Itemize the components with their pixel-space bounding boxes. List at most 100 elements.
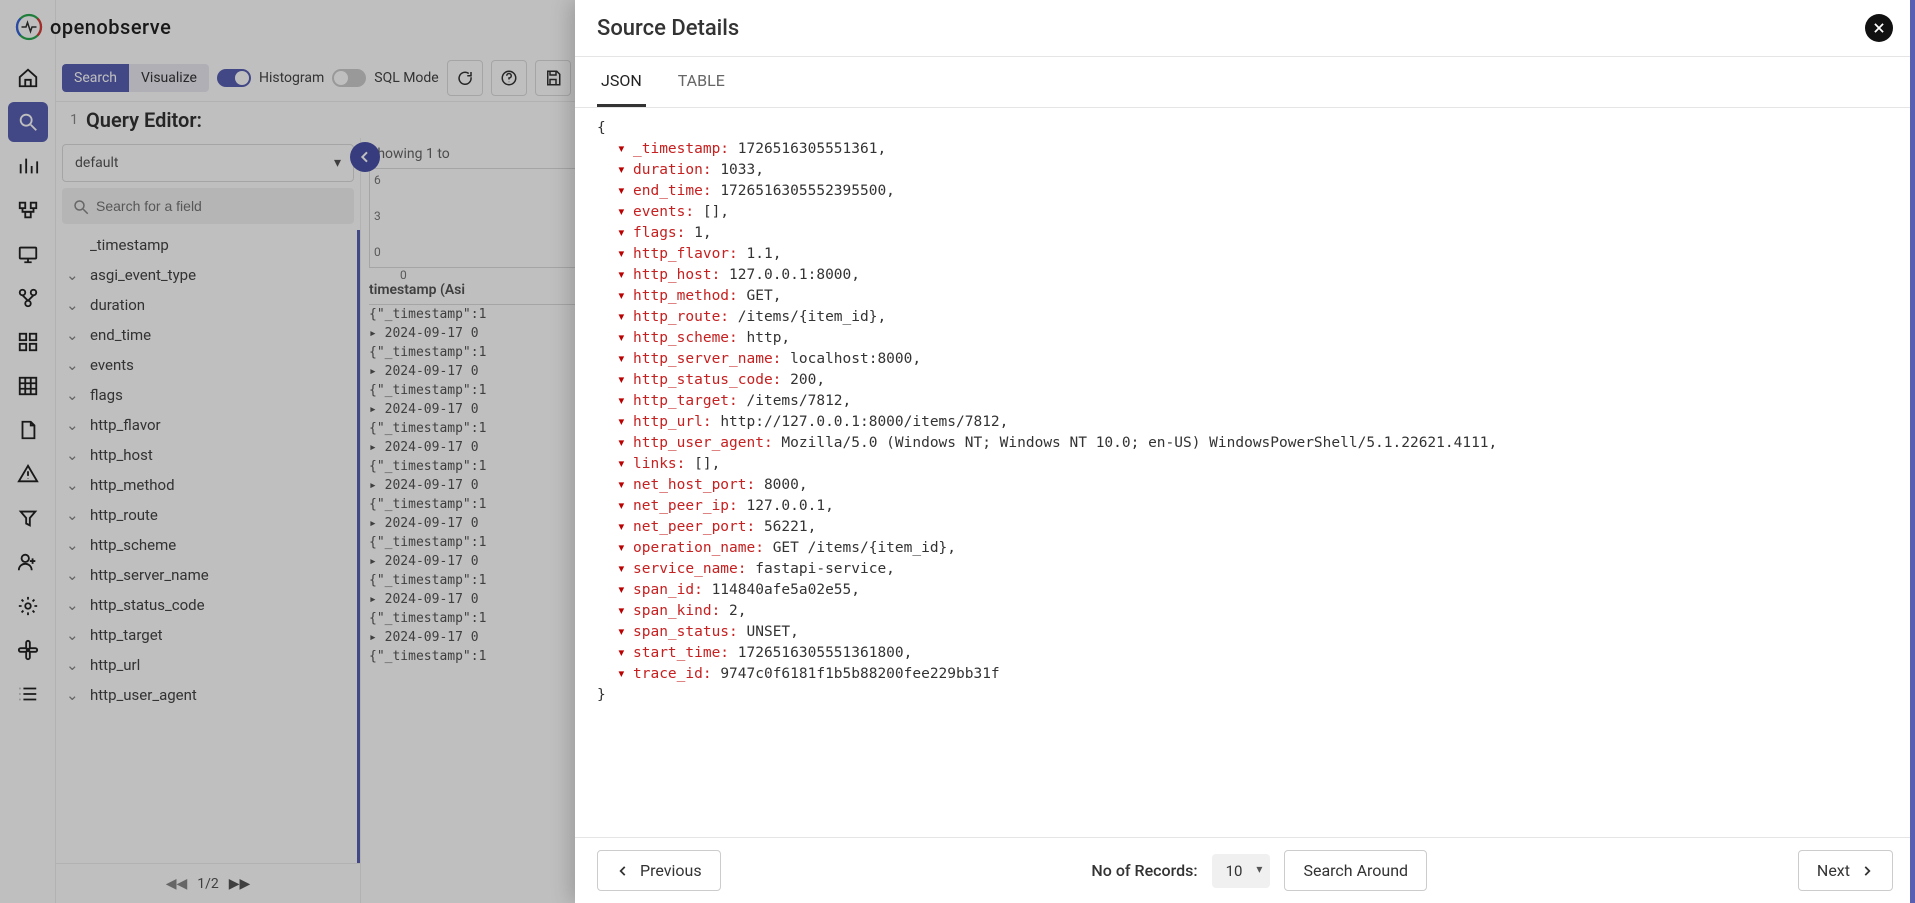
nav-streams[interactable]	[8, 366, 48, 406]
nav-search[interactable]	[8, 102, 48, 142]
json-line: ▾_timestamp: 1726516305551361,	[597, 139, 1893, 160]
json-line: ▾span_kind: 2,	[597, 601, 1893, 622]
json-line: ▾http_status_code: 200,	[597, 370, 1893, 391]
nav-home[interactable]	[8, 58, 48, 98]
search-around-button[interactable]: Search Around	[1284, 850, 1427, 891]
json-line: ▾net_peer_ip: 127.0.0.1,	[597, 496, 1893, 517]
field-item[interactable]: _timestamp	[56, 230, 357, 260]
close-button[interactable]	[1865, 14, 1893, 42]
records-select[interactable]: 10	[1212, 854, 1271, 888]
field-item[interactable]: ⌄http_flavor	[56, 410, 357, 440]
sqlmode-toggle[interactable]	[332, 69, 366, 87]
nav-traces[interactable]	[8, 190, 48, 230]
json-line: ▾start_time: 1726516305551361800,	[597, 643, 1893, 664]
field-item[interactable]: ⌄http_route	[56, 500, 357, 530]
tab-json[interactable]: JSON	[597, 57, 646, 107]
nav-dashboards[interactable]	[8, 322, 48, 362]
brand: openobserve	[14, 12, 171, 42]
json-line: ▾net_peer_port: 56221,	[597, 517, 1893, 538]
json-line: ▾flags: 1,	[597, 223, 1893, 244]
save-button[interactable]	[535, 60, 571, 96]
field-item[interactable]: ⌄http_user_agent	[56, 680, 357, 710]
field-item[interactable]: ⌄events	[56, 350, 357, 380]
search-icon	[72, 198, 90, 216]
nav-rum[interactable]	[8, 234, 48, 274]
line-number: 1	[64, 112, 78, 128]
brand-logo-icon	[14, 12, 44, 42]
collapse-fields-button[interactable]	[350, 142, 380, 172]
json-line: ▾events: [],	[597, 202, 1893, 223]
chart-ytick: 6	[374, 173, 381, 187]
source-details-panel: Source Details JSON TABLE { ▾_timestamp:…	[575, 0, 1915, 903]
json-viewer: { ▾_timestamp: 1726516305551361,▾duratio…	[575, 108, 1915, 837]
field-item[interactable]: ⌄http_scheme	[56, 530, 357, 560]
nav-iam[interactable]	[8, 542, 48, 582]
json-line: ▾http_user_agent: Mozilla/5.0 (Windows N…	[597, 433, 1893, 454]
nav-reports[interactable]	[8, 410, 48, 450]
field-item[interactable]: ⌄http_target	[56, 620, 357, 650]
chart-xtick: 0	[400, 268, 407, 282]
pager-first-icon[interactable]: ◀◀	[166, 876, 188, 892]
json-line: ▾http_scheme: http,	[597, 328, 1893, 349]
mode-toggle: Search Visualize	[62, 64, 209, 92]
field-search-input[interactable]	[62, 188, 354, 224]
index-select[interactable]: default ▾	[62, 144, 354, 182]
refresh-button[interactable]	[447, 60, 483, 96]
dropdown-icon: ▾	[334, 155, 341, 171]
json-line: ▾http_route: /items/{item_id},	[597, 307, 1893, 328]
help-button[interactable]	[491, 60, 527, 96]
field-item[interactable]: ⌄http_host	[56, 440, 357, 470]
json-line: ▾end_time: 1726516305552395500,	[597, 181, 1893, 202]
json-line: ▾http_url: http://127.0.0.1:8000/items/7…	[597, 412, 1893, 433]
json-line: ▾http_server_name: localhost:8000,	[597, 349, 1893, 370]
search-around-label: Search Around	[1303, 861, 1408, 880]
tab-table[interactable]: TABLE	[674, 57, 729, 107]
index-selected-value: default	[75, 155, 119, 171]
nav-alerts[interactable]	[8, 454, 48, 494]
json-line: ▾operation_name: GET /items/{item_id},	[597, 538, 1893, 559]
chart-ytick: 0	[374, 245, 381, 259]
json-line: ▾span_status: UNSET,	[597, 622, 1893, 643]
previous-button[interactable]: Previous	[597, 850, 721, 891]
modal-title: Source Details	[597, 16, 739, 41]
field-item[interactable]: ⌄http_status_code	[56, 590, 357, 620]
modal-tabs: JSON TABLE	[575, 57, 1915, 108]
next-label: Next	[1817, 861, 1850, 880]
chevron-left-icon	[616, 864, 630, 878]
nav-slack[interactable]	[8, 630, 48, 670]
editor-title: Query Editor:	[86, 108, 202, 132]
chevron-right-icon	[1860, 864, 1874, 878]
json-line: ▾http_target: /items/7812,	[597, 391, 1893, 412]
records-label: No of Records:	[1091, 861, 1197, 880]
close-icon	[1872, 21, 1886, 35]
field-pager: ◀◀ 1/2 ▶▶	[56, 863, 360, 903]
field-item[interactable]: ⌄duration	[56, 290, 357, 320]
nav-functions[interactable]	[8, 498, 48, 538]
field-item[interactable]: ⌄http_method	[56, 470, 357, 500]
histogram-toggle[interactable]	[217, 69, 251, 87]
field-item[interactable]: ⌄end_time	[56, 320, 357, 350]
nav-list[interactable]	[8, 674, 48, 714]
json-line: ▾links: [],	[597, 454, 1893, 475]
json-line: ▾duration: 1033,	[597, 160, 1893, 181]
field-item[interactable]: ⌄flags	[56, 380, 357, 410]
pager-value: 1/2	[197, 876, 219, 892]
nav-pipelines[interactable]	[8, 278, 48, 318]
json-line: ▾http_method: GET,	[597, 286, 1893, 307]
previous-label: Previous	[640, 861, 702, 880]
chart-ytick: 3	[374, 209, 381, 223]
field-item[interactable]: ⌄asgi_event_type	[56, 260, 357, 290]
json-line: ▾http_host: 127.0.0.1:8000,	[597, 265, 1893, 286]
next-button[interactable]: Next	[1798, 850, 1893, 891]
field-item[interactable]: ⌄http_server_name	[56, 560, 357, 590]
mode-visualize[interactable]: Visualize	[129, 64, 209, 92]
fields-panel: default ▾ _timestamp⌄asgi_event_type⌄dur…	[56, 138, 361, 903]
nav-rail	[0, 0, 56, 903]
sqlmode-label: SQL Mode	[374, 70, 438, 86]
nav-metrics[interactable]	[8, 146, 48, 186]
mode-search[interactable]: Search	[62, 64, 129, 92]
nav-settings[interactable]	[8, 586, 48, 626]
field-item[interactable]: ⌄http_url	[56, 650, 357, 680]
pager-next-icon[interactable]: ▶▶	[229, 876, 251, 892]
json-line: ▾net_host_port: 8000,	[597, 475, 1893, 496]
